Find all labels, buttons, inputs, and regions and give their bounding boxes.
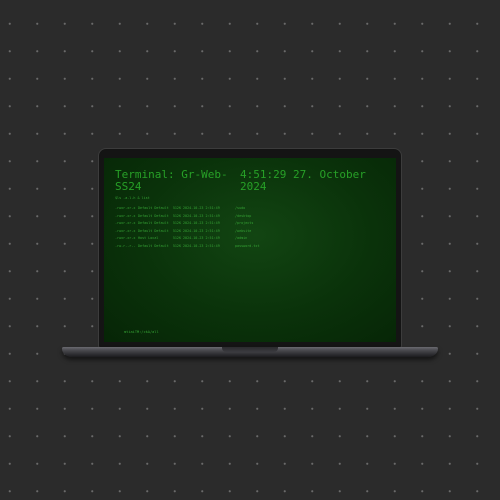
listing-size: 512K	[172, 228, 181, 233]
listing-name: /desktop	[235, 213, 252, 218]
listing-row: -rwxr-xr-x Default Default 512K 2024-10-…	[115, 205, 275, 213]
terminal-screen[interactable]: Terminal: Gr-Web-SS24 4:51:29 27. October…	[104, 158, 396, 342]
listing-name: /projects	[235, 221, 254, 225]
listing-owner: Default Default	[138, 243, 169, 248]
listing-date: 2024-10-23 2:51:49	[183, 206, 220, 210]
laptop-open-notch	[222, 347, 278, 352]
listing-date: 2024-10-23 2:51:49	[183, 236, 220, 240]
listing-row: -rw-r--r-- Default Default 512K 2024-10-…	[115, 243, 275, 251]
listing-date: 2024-10-23 2:51:49	[183, 213, 220, 218]
listing-owner: Default Default	[138, 206, 169, 210]
bottom-prompt[interactable]: mtiaiTM:/ckA/all	[124, 330, 159, 334]
listing-size: 512K	[172, 206, 181, 210]
listing-size: 512K	[172, 213, 181, 218]
listing-permissions: -rwxr-xr-x	[115, 236, 136, 240]
directory-listing: -rwxr-xr-x Default Default 512K 2024-10-…	[115, 205, 275, 250]
listing-name: /sudo	[235, 206, 246, 210]
laptop-lid: Terminal: Gr-Web-SS24 4:51:29 27. October…	[98, 148, 402, 348]
listing-permissions: -rwxr-xr-x	[115, 221, 136, 225]
listing-permissions: -rwxr-xr-x	[115, 213, 136, 218]
listing-date: 2024-10-23 2:51:49	[183, 228, 220, 233]
listing-owner: Default Default	[138, 221, 169, 225]
listing-row: -rwxr-xr-x Default Default 512K 2024-10-…	[115, 228, 275, 236]
listing-permissions: -rw-r--r--	[115, 243, 136, 248]
terminal-title-name: Terminal: Gr-Web-SS24	[115, 168, 228, 193]
terminal-title-time: 4:51:29 27. October 2024	[240, 168, 366, 193]
terminal-title: Terminal: Gr-Web-SS24 4:51:29 27. October…	[115, 169, 385, 193]
listing-row: -rwxr-xr-x Host Local 512K 2024-10-23 2:…	[115, 235, 275, 243]
listing-owner: Default Default	[138, 228, 169, 233]
listing-size: 512K	[172, 243, 181, 248]
listing-owner: Host Local	[138, 236, 159, 240]
listing-row: -rwxr-xr-x Default Default 512K 2024-10-…	[115, 220, 275, 228]
listing-name: password.txt	[235, 243, 260, 248]
listing-size: 512K	[172, 221, 181, 225]
listing-name: /website	[235, 228, 252, 233]
listing-date: 2024-10-23 2:51:49	[183, 243, 220, 248]
listing-date: 2024-10-23 2:51:49	[183, 221, 220, 225]
laptop-base	[62, 347, 438, 357]
command-prompt-line: $ls -a-l-h & list	[115, 196, 150, 200]
listing-permissions: -rwxr-xr-x	[115, 206, 136, 210]
listing-permissions: -rwxr-xr-x	[115, 228, 136, 233]
laptop-mockup: Terminal: Gr-Web-SS24 4:51:29 27. October…	[62, 148, 438, 360]
listing-row: -rwxr-xr-x Default Default 512K 2024-10-…	[115, 213, 275, 221]
listing-owner: Default Default	[138, 213, 169, 218]
listing-name: /admin	[235, 236, 248, 240]
listing-size: 512K	[172, 236, 181, 240]
